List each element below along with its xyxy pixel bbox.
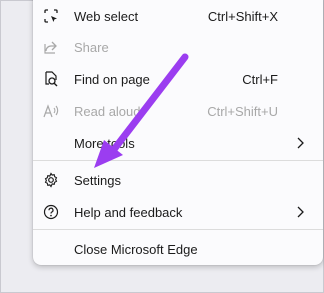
chevron-right-icon: [295, 205, 305, 219]
shortcut-label: Ctrl+Shift+X: [207, 8, 278, 24]
gear-icon: [43, 172, 59, 188]
menu-item-more-tools[interactable]: More tools: [33, 128, 323, 158]
menu-separator: [33, 229, 323, 230]
menu-item-find-on-page[interactable]: Find on page Ctrl+F: [33, 64, 323, 94]
help-icon: [43, 204, 59, 220]
share-icon: [43, 39, 59, 55]
find-icon: [43, 71, 59, 87]
menu-item-settings[interactable]: Settings: [33, 165, 323, 195]
read-aloud-icon: [43, 103, 59, 119]
menu-item-help-and-feedback[interactable]: Help and feedback: [33, 197, 323, 227]
menu-item-label: Read aloud: [74, 103, 141, 119]
menu-separator: [33, 160, 323, 161]
menu-item-label: Settings: [74, 172, 121, 188]
web-select-icon: [43, 8, 59, 24]
chevron-right-icon: [295, 136, 305, 150]
menu-item-label: Close Microsoft Edge: [74, 241, 198, 257]
edge-settings-menu: Web select Ctrl+Shift+X Share Find on pa…: [33, 0, 323, 265]
menu-item-web-select[interactable]: Web select Ctrl+Shift+X: [33, 1, 323, 31]
menu-item-read-aloud[interactable]: Read aloud Ctrl+Shift+U: [33, 96, 323, 126]
menu-item-label: Share: [74, 39, 109, 55]
menu-item-label: Web select: [74, 8, 139, 24]
menu-item-label: Help and feedback: [74, 204, 183, 220]
shortcut-label: Ctrl+Shift+U: [207, 103, 278, 119]
menu-item-label: More tools: [74, 135, 135, 151]
menu-item-label: Find on page: [74, 71, 150, 87]
menu-item-close-edge[interactable]: Close Microsoft Edge: [33, 234, 323, 264]
menu-item-share[interactable]: Share: [33, 32, 323, 62]
shortcut-label: Ctrl+F: [242, 71, 278, 87]
